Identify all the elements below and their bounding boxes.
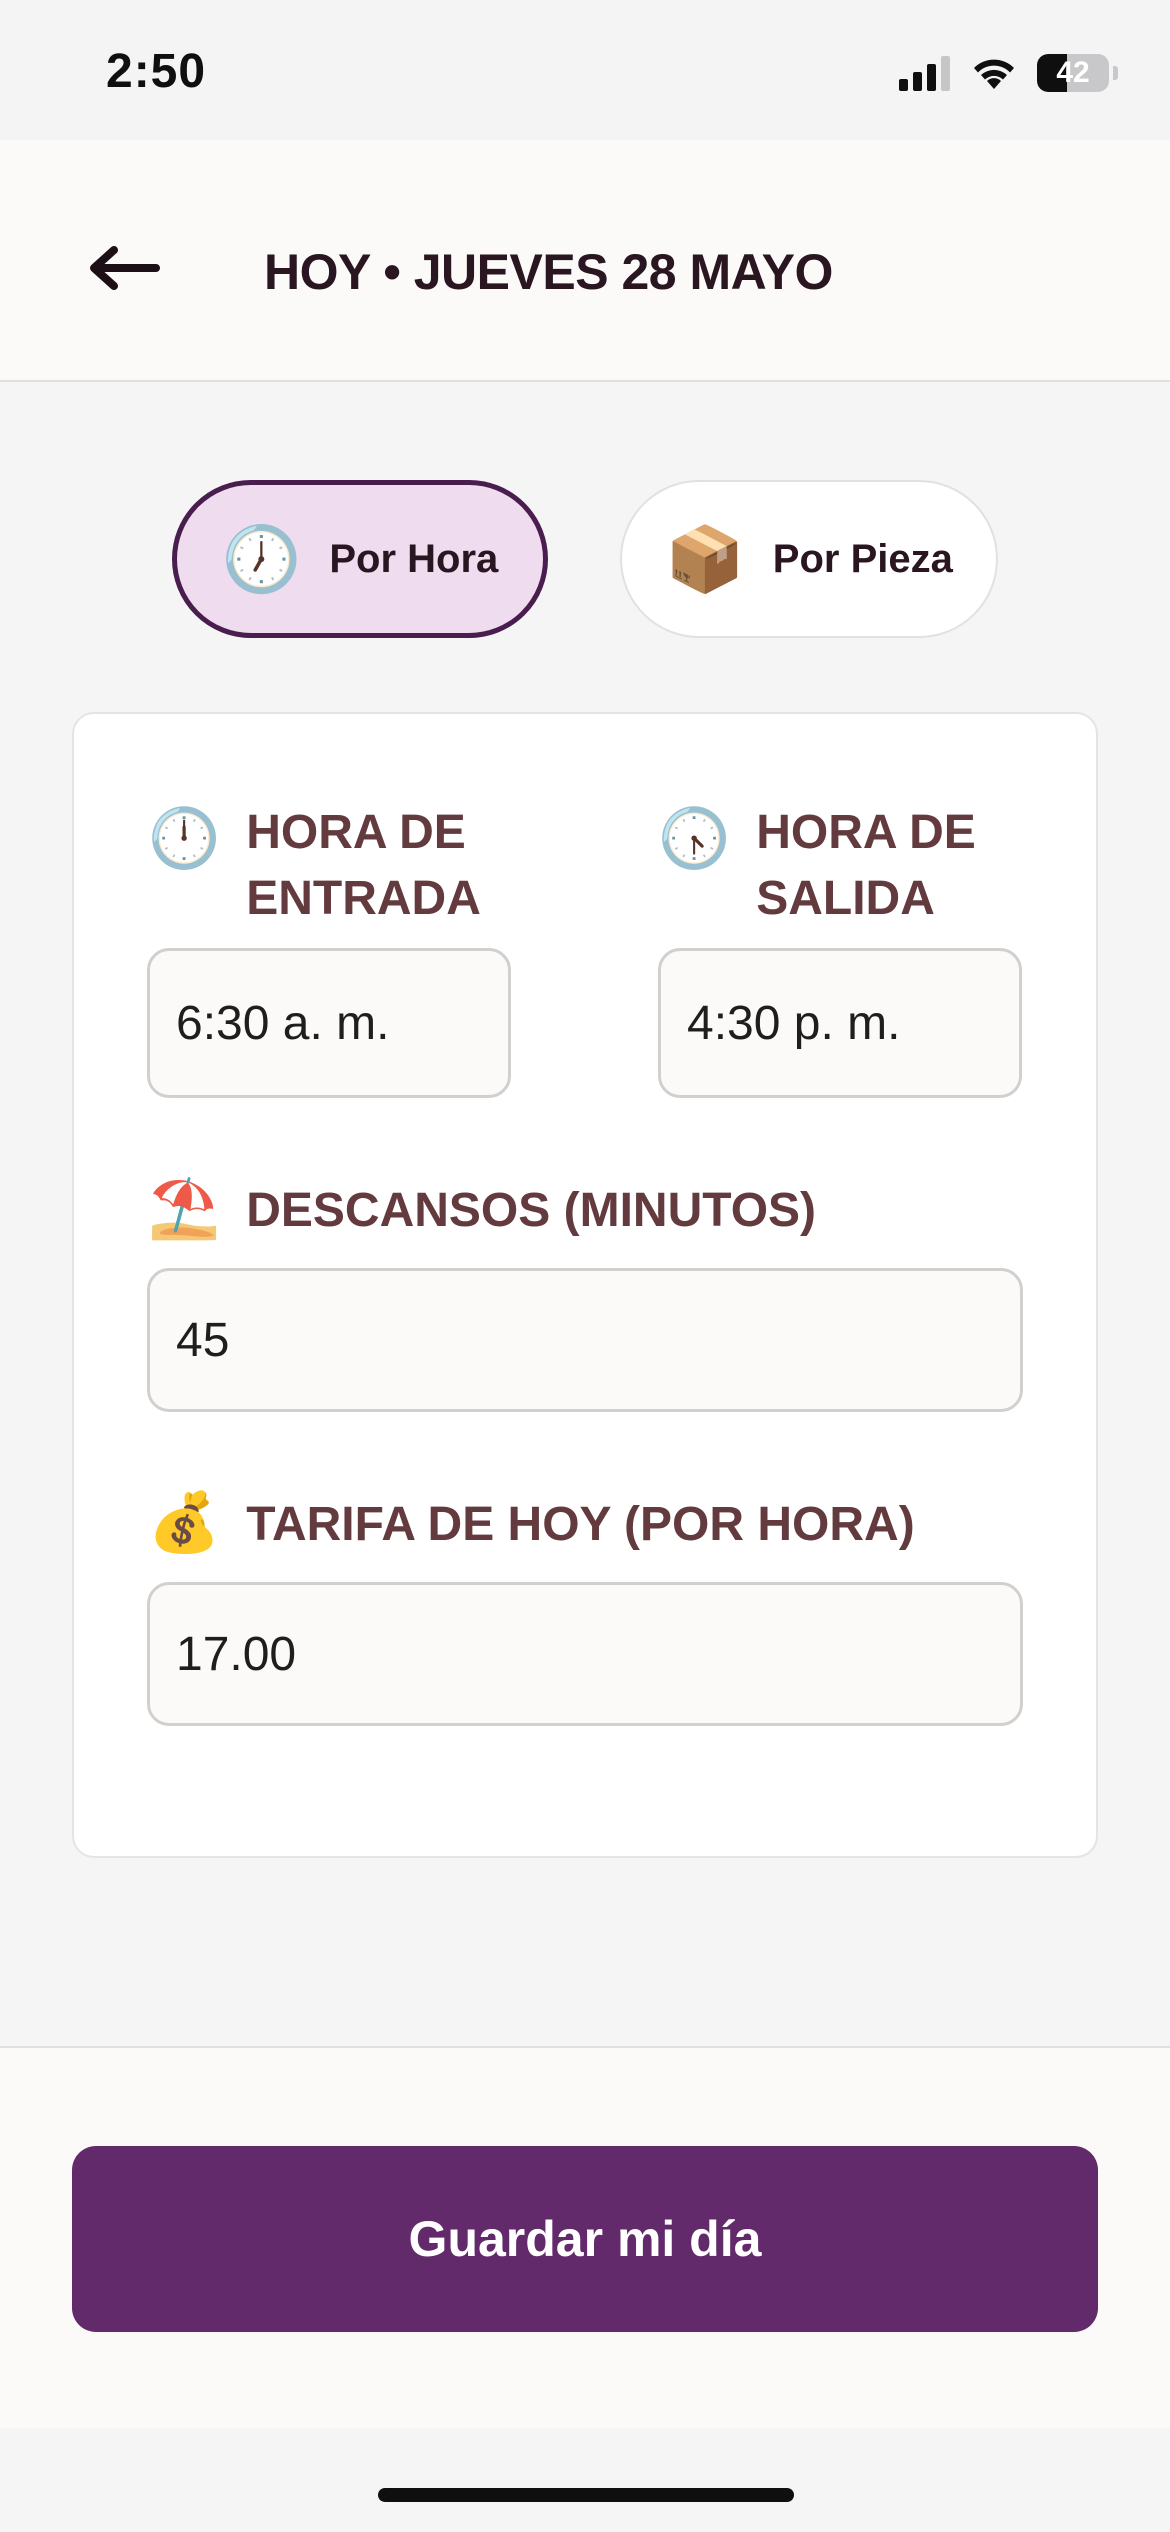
exit-time-label-line2: SALIDA bbox=[756, 872, 935, 925]
work-day-form-card: 🕛 HORA DE ENTRADA 6:30 a. m. 🕟 HORA DE S… bbox=[72, 712, 1098, 1858]
rate-label: 💰 TARIFA DE HOY (POR HORA) bbox=[148, 1492, 915, 1558]
mode-por-hora-label: Por Hora bbox=[329, 536, 499, 581]
rate-value: 17.00 bbox=[176, 1627, 297, 1681]
exit-time-label-line1: HORA DE bbox=[756, 806, 976, 859]
status-time: 2:50 bbox=[106, 45, 207, 98]
rate-input[interactable]: 17.00 bbox=[147, 1582, 1023, 1726]
wifi-icon bbox=[974, 59, 1014, 89]
entry-time-value: 6:30 a. m. bbox=[176, 996, 390, 1050]
clock-icon: 🕖 bbox=[221, 523, 302, 595]
clock-twelve-icon: 🕛 bbox=[148, 806, 221, 871]
battery-cap bbox=[1113, 66, 1118, 80]
breaks-label-text: DESCANSOS (MINUTOS) bbox=[246, 1184, 817, 1237]
rate-label-text: TARIFA DE HOY (POR HORA) bbox=[246, 1498, 915, 1551]
entry-time-input[interactable]: 6:30 a. m. bbox=[147, 948, 511, 1098]
breaks-label: ⛱️ DESCANSOS (MINUTOS) bbox=[148, 1178, 816, 1244]
page-title: HOY • JUEVES 28 MAYO bbox=[264, 244, 833, 300]
mode-por-hora-button[interactable]: 🕖 Por Hora bbox=[172, 480, 548, 638]
footer: Guardar mi día bbox=[0, 2046, 1170, 2428]
status-bar: 2:50 42 bbox=[0, 0, 1170, 140]
arrow-left-icon bbox=[90, 246, 160, 290]
breaks-value: 45 bbox=[176, 1313, 230, 1367]
app-header: HOY • JUEVES 28 MAYO bbox=[0, 140, 1170, 382]
beach-umbrella-icon: ⛱️ bbox=[148, 1176, 221, 1241]
breaks-input[interactable]: 45 bbox=[147, 1268, 1023, 1412]
exit-time-label: 🕟 HORA DE SALIDA bbox=[658, 800, 976, 932]
entry-time-label-line2: ENTRADA bbox=[246, 872, 481, 925]
mode-por-pieza-label: Por Pieza bbox=[772, 536, 953, 581]
entry-time-label-text: HORA DE ENTRADA bbox=[246, 800, 481, 932]
battery-level: 42 bbox=[1056, 56, 1090, 89]
exit-time-value: 4:30 p. m. bbox=[687, 996, 901, 1050]
battery-icon: 42 bbox=[1037, 54, 1109, 92]
home-indicator[interactable] bbox=[378, 2488, 794, 2502]
exit-time-input[interactable]: 4:30 p. m. bbox=[658, 948, 1022, 1098]
clock-four-thirty-icon: 🕟 bbox=[658, 806, 731, 871]
cellular-signal-icon bbox=[899, 56, 950, 91]
package-icon: 📦 bbox=[665, 523, 745, 595]
entry-time-label-line1: HORA DE bbox=[246, 806, 466, 859]
back-button[interactable] bbox=[74, 228, 174, 308]
money-bag-icon: 💰 bbox=[148, 1490, 221, 1555]
mode-por-pieza-button[interactable]: 📦 Por Pieza bbox=[620, 480, 998, 638]
save-day-button[interactable]: Guardar mi día bbox=[72, 2146, 1098, 2332]
exit-time-label-text: HORA DE SALIDA bbox=[756, 800, 976, 932]
entry-time-label: 🕛 HORA DE ENTRADA bbox=[148, 800, 481, 932]
status-icons: 42 bbox=[899, 54, 1118, 92]
